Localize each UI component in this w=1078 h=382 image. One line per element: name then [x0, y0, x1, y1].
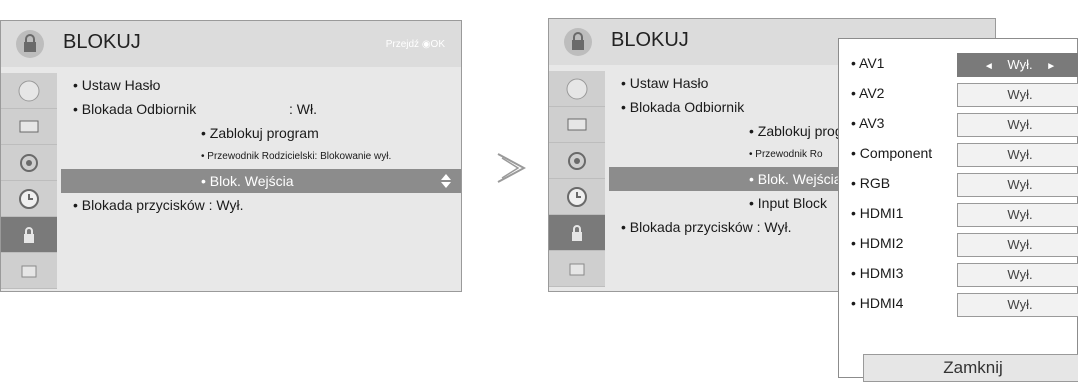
option-icon [21, 265, 37, 277]
input-value-hdmi1[interactable]: Wył. [957, 203, 1078, 227]
option-icon [569, 263, 585, 275]
input-row-av3[interactable]: AV3 Wył. [839, 109, 1078, 139]
menu-item-parental-guidance[interactable]: Przewodnik Rodzicielski: Blokowanie wył. [61, 145, 461, 169]
sidebar-item-option[interactable] [549, 251, 605, 287]
right-arrow-icon[interactable]: ► [1046, 61, 1056, 72]
input-row-hdmi1[interactable]: HDMI1 Wył. [839, 199, 1078, 229]
nav-hint: Przejdź ◉OK [385, 39, 445, 50]
menu-title: BLOKUJ [611, 29, 689, 51]
picture-icon [566, 78, 588, 99]
clock-icon [567, 186, 587, 207]
input-row-hdmi4[interactable]: HDMI4 Wył. [839, 289, 1078, 319]
menu-item-input-block[interactable]: Blok. Wejścia [61, 169, 461, 193]
sidebar-item-audio[interactable] [549, 143, 605, 179]
menu-item-input-block[interactable]: Blok. Wejścia [609, 167, 845, 191]
menu-title: BLOKUJ [63, 31, 141, 53]
input-value-av2[interactable]: Wył. [957, 83, 1078, 107]
input-value-hdmi4[interactable]: Wył. [957, 293, 1078, 317]
sidebar-item-picture[interactable] [1, 73, 57, 109]
menu-header: BLOKUJ Przejdź ◉OK [1, 21, 461, 67]
clock-icon [19, 188, 39, 209]
select-arrow-icon [441, 174, 451, 188]
display-icon [567, 118, 587, 130]
picture-icon [18, 80, 40, 101]
input-value-av3[interactable]: Wył. [957, 113, 1078, 137]
lock-icon [564, 28, 592, 56]
menu-item-key-lock[interactable]: Blokada przycisków : Wył. [61, 193, 461, 217]
sidebar-item-time[interactable] [1, 181, 57, 217]
menu-item-block-program[interactable]: Zablokuj program [61, 121, 461, 145]
sidebar-item-lock[interactable] [1, 217, 57, 253]
input-value-hdmi3[interactable]: Wył. [957, 263, 1078, 287]
lock-icon [24, 226, 34, 243]
system-lock-value: : Wł. [289, 101, 317, 117]
sidebar-item-display[interactable] [549, 107, 605, 143]
input-row-av2[interactable]: AV2 Wył. [839, 79, 1078, 109]
menu-item-system-lock[interactable]: Blokada Odbiornik : Wł. [61, 97, 461, 121]
input-value-av1[interactable]: ◄ Wył. ► [957, 53, 1078, 77]
input-row-rgb[interactable]: RGB Wył. [839, 169, 1078, 199]
menu-content: Ustaw Hasło Blokada Odbiornik : Wł. Zabl… [61, 73, 461, 291]
input-value-rgb[interactable]: Wył. [957, 173, 1078, 197]
sidebar-item-picture[interactable] [549, 71, 605, 107]
transition-arrow-icon [497, 153, 526, 183]
input-row-hdmi2[interactable]: HDMI2 Wył. [839, 229, 1078, 259]
input-row-component[interactable]: Component Wył. [839, 139, 1078, 169]
left-arrow-icon[interactable]: ◄ [984, 61, 994, 72]
sidebar-item-audio[interactable] [1, 145, 57, 181]
audio-icon [568, 151, 586, 170]
left-lock-menu: BLOKUJ Przejdź ◉OK Ustaw Hasło Blokada O… [0, 20, 462, 292]
lock-icon [572, 224, 582, 241]
sidebar-item-lock[interactable] [549, 215, 605, 251]
sidebar-item-option[interactable] [1, 253, 57, 289]
menu-item-set-password[interactable]: Ustaw Hasło [61, 73, 461, 97]
input-row-av1[interactable]: AV1 ◄ Wył. ► [839, 49, 1078, 79]
display-icon [19, 120, 39, 132]
input-value-component[interactable]: Wył. [957, 143, 1078, 167]
sidebar-item-time[interactable] [549, 179, 605, 215]
lock-icon [16, 30, 44, 58]
sidebar-item-display[interactable] [1, 109, 57, 145]
input-value-hdmi2[interactable]: Wył. [957, 233, 1078, 257]
input-row-hdmi3[interactable]: HDMI3 Wył. [839, 259, 1078, 289]
input-block-popup: AV1 ◄ Wył. ► AV2 Wył. AV3 Wył. Component… [838, 38, 1078, 382]
audio-icon [20, 153, 38, 172]
